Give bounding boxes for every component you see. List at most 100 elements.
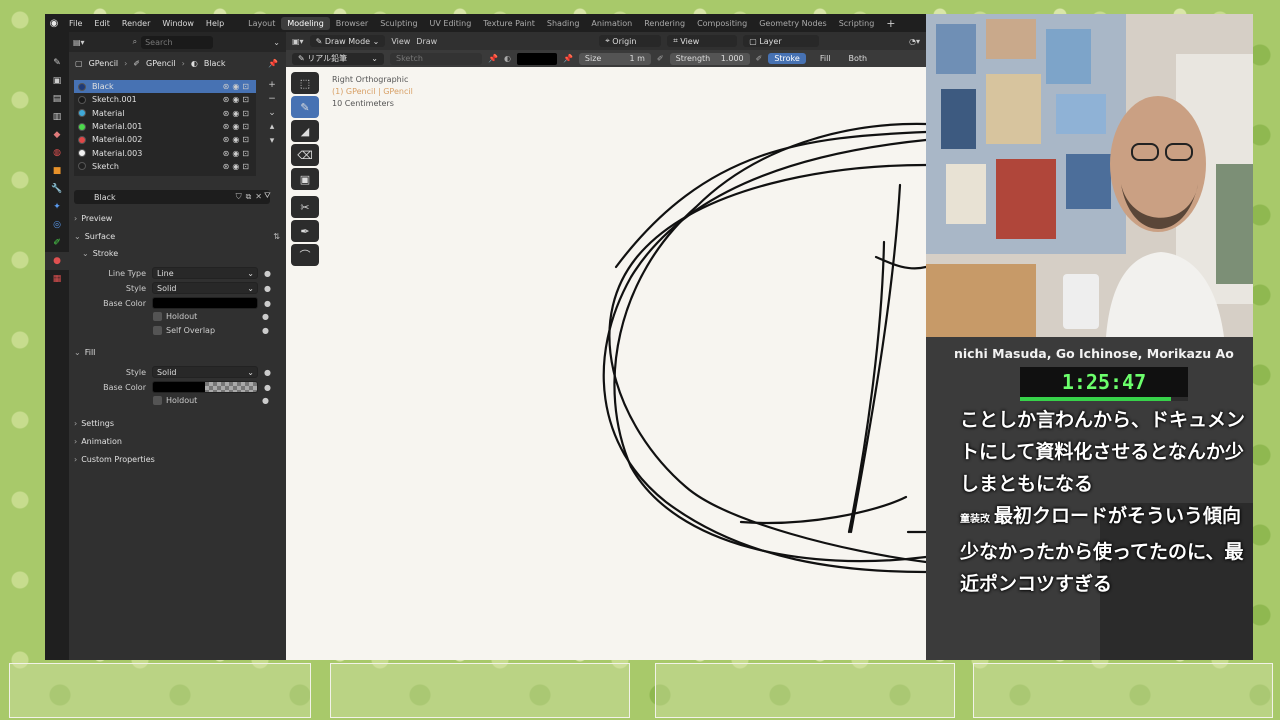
render-tab-icon[interactable]: ▣ — [45, 72, 69, 90]
tab-layout[interactable]: Layout — [242, 17, 281, 30]
visibility-lock-icon[interactable]: ⊛◉⊡ — [223, 95, 252, 104]
custom-properties-panel-header[interactable]: › Custom Properties — [74, 451, 155, 467]
visibility-lock-icon[interactable]: ⊛◉⊡ — [223, 162, 252, 171]
fill-panel-header[interactable]: ⌄ Fill — [74, 344, 95, 360]
brush-color-swatch[interactable] — [516, 52, 557, 65]
visibility-lock-icon[interactable]: ⊛◉⊡ — [223, 82, 252, 91]
material-slot[interactable]: Material ⊛◉⊡ — [74, 107, 256, 120]
stroke-color-swatch[interactable] — [152, 297, 258, 309]
blender-logo-icon[interactable]: ◉ — [45, 14, 63, 32]
pressure-icon[interactable]: ✐ — [756, 54, 763, 63]
view-select[interactable]: ⌗ View — [667, 35, 738, 47]
menu-window[interactable]: Window — [156, 19, 200, 28]
material-slot[interactable]: Material.001 ⊛◉⊡ — [74, 120, 256, 133]
both-mode-button[interactable]: Both — [845, 54, 872, 63]
tool-tab-icon[interactable]: ✎ — [45, 54, 69, 72]
effects-tab-icon[interactable]: ✦ — [45, 198, 69, 216]
animation-panel-header[interactable]: › Animation — [74, 433, 122, 449]
physics-tab-icon[interactable]: ◎ — [45, 216, 69, 234]
stroke-mode-button[interactable]: Stroke — [768, 53, 806, 64]
tab-animation[interactable]: Animation — [585, 17, 638, 30]
filter-icon[interactable]: ⛛ — [264, 191, 271, 201]
output-tab-icon[interactable]: ▤ — [45, 90, 69, 108]
menu-file[interactable]: File — [63, 19, 88, 28]
visibility-lock-icon[interactable]: ⊛◉⊡ — [223, 109, 252, 118]
chevron-down-icon[interactable]: ⌄ — [268, 108, 276, 118]
line-type-select[interactable]: Line ⌄ — [152, 267, 258, 279]
cutter-tool-icon[interactable]: ✂ — [291, 196, 319, 218]
self-overlap-checkbox[interactable] — [153, 326, 162, 335]
panel-options-icon[interactable]: ⇅ — [273, 232, 280, 241]
menu-render[interactable]: Render — [116, 19, 156, 28]
material-name-field[interactable]: Black ⛉⧉✕ — [74, 190, 270, 204]
pin-icon[interactable]: 📌 — [488, 54, 498, 63]
visibility-lock-icon[interactable]: ⊛◉⊡ — [223, 122, 252, 131]
pressure-icon[interactable]: ✐ — [657, 54, 664, 63]
material-slot[interactable]: Material.002 ⊛◉⊡ — [74, 133, 256, 146]
visibility-lock-icon[interactable]: ⊛◉⊡ — [223, 135, 252, 144]
menu-view[interactable]: View — [391, 37, 410, 46]
pin-icon[interactable]: 📌 — [563, 54, 573, 63]
fill-tool-icon[interactable]: ◢ — [291, 120, 319, 142]
strength-field[interactable]: Strength 1.000 — [669, 52, 750, 65]
tab-geometry-nodes[interactable]: Geometry Nodes — [753, 17, 832, 30]
add-slot-icon[interactable]: + — [268, 80, 276, 90]
stroke-holdout-checkbox[interactable] — [153, 312, 162, 321]
menu-edit[interactable]: Edit — [88, 19, 116, 28]
fill-mode-button[interactable]: Fill — [812, 54, 839, 63]
tab-modeling[interactable]: Modeling — [281, 16, 330, 30]
material-slot[interactable]: Sketch.001 ⊛◉⊡ — [74, 93, 256, 106]
settings-panel-header[interactable]: › Settings — [74, 415, 114, 431]
menu-draw[interactable]: Draw — [416, 37, 437, 46]
stroke-panel-header[interactable]: ⌄ Stroke — [82, 245, 118, 261]
eyedropper-tool-icon[interactable]: ✒ — [291, 220, 319, 242]
editor-type-icon[interactable]: ▤▾ — [73, 38, 85, 47]
brush-select[interactable]: ✎ リアル鉛筆 ⌄ — [292, 52, 384, 65]
self-overlap-row[interactable]: Self Overlap ● — [153, 326, 269, 335]
fill-holdout-checkbox[interactable] — [153, 396, 162, 405]
add-workspace-icon[interactable]: + — [880, 17, 901, 30]
chevron-down-icon[interactable]: ⌄ — [273, 38, 280, 47]
editor-type-icon[interactable]: ▣▾ — [292, 37, 304, 46]
stroke-style-select[interactable]: Solid ⌄ — [152, 282, 258, 294]
fill-color-swatch[interactable] — [152, 381, 258, 393]
material-slot[interactable]: Black ⊛◉⊡ — [74, 80, 256, 94]
visibility-lock-icon[interactable]: ⊛◉⊡ — [223, 149, 252, 158]
erase-tool-icon[interactable]: ⌫ — [291, 144, 319, 166]
material-slot[interactable]: Material.003 ⊛◉⊡ — [74, 146, 256, 159]
mode-select[interactable]: ✎ Draw Mode ⌄ — [309, 35, 386, 47]
size-field[interactable]: Size 1 m — [578, 52, 651, 65]
drawing-canvas[interactable] — [286, 67, 926, 660]
menu-help[interactable]: Help — [200, 19, 230, 28]
tab-scripting[interactable]: Scripting — [833, 17, 881, 30]
modifier-tab-icon[interactable]: 🔧 — [45, 180, 69, 198]
world-tab-icon[interactable]: ◍ — [45, 144, 69, 162]
tint-tool-icon[interactable]: ▣ — [291, 168, 319, 190]
view-layer-tab-icon[interactable]: ▥ — [45, 108, 69, 126]
tab-texture-paint[interactable]: Texture Paint — [477, 17, 541, 30]
fill-style-select[interactable]: Solid ⌄ — [152, 366, 258, 378]
tab-shading[interactable]: Shading — [541, 17, 586, 30]
fill-holdout-row[interactable]: Holdout ● — [153, 396, 269, 405]
tab-rendering[interactable]: Rendering — [638, 17, 691, 30]
move-down-icon[interactable]: ▾ — [270, 136, 275, 146]
stroke-holdout-row[interactable]: Holdout ● — [153, 312, 269, 321]
pin-icon[interactable]: 📌 — [268, 59, 278, 68]
texture-tab-icon[interactable]: ▦ — [45, 270, 69, 288]
surface-panel-header[interactable]: ⌄ Surface ⇅ — [74, 228, 280, 244]
layer-select[interactable]: ▢ Layer — [743, 35, 820, 47]
overlay-icon[interactable]: ◔▾ — [909, 37, 920, 46]
material-field[interactable]: Sketch — [390, 52, 482, 65]
tab-uv-editing[interactable]: UV Editing — [424, 17, 478, 30]
search-input[interactable]: Search — [141, 35, 214, 49]
preview-panel-header[interactable]: › Preview — [74, 210, 112, 226]
curve-tool-icon[interactable]: ⌒ — [291, 244, 319, 266]
move-up-icon[interactable]: ▴ — [270, 122, 275, 132]
material-tab-icon[interactable]: ● — [45, 252, 69, 270]
material-slot[interactable]: Sketch ⊛◉⊡ — [74, 160, 256, 173]
object-tab-icon[interactable]: ■ — [45, 162, 69, 180]
tab-sculpting[interactable]: Sculpting — [374, 17, 423, 30]
select-tool-icon[interactable]: ⬚ — [291, 72, 319, 94]
remove-slot-icon[interactable]: − — [268, 94, 276, 104]
tab-browser[interactable]: Browser — [330, 17, 374, 30]
